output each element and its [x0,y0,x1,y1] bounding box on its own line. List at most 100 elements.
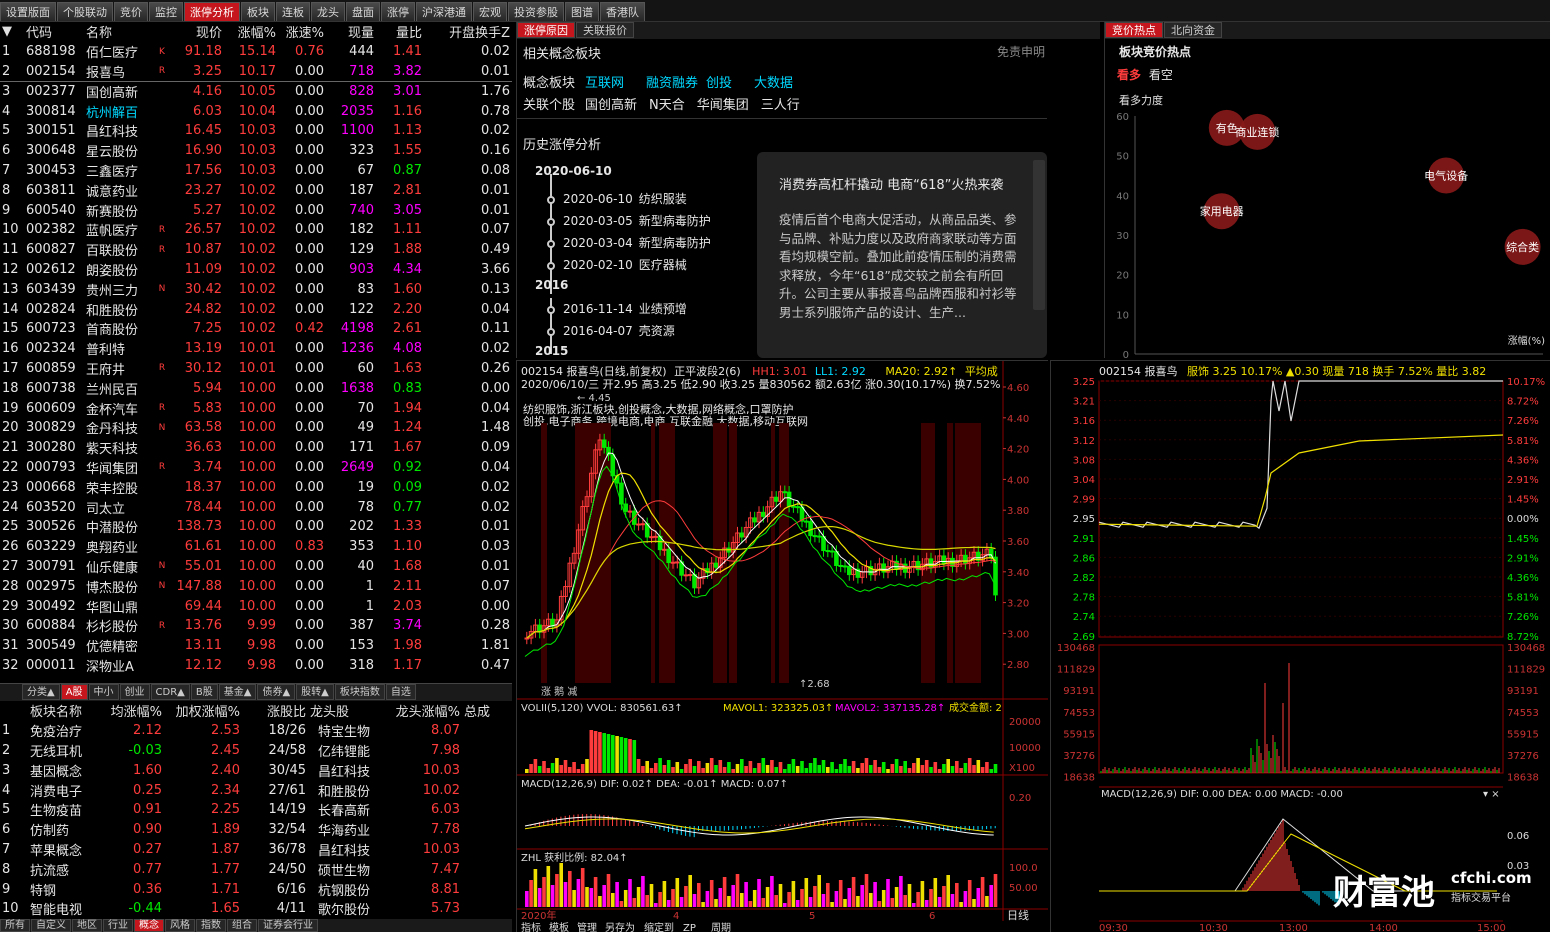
concept-link[interactable]: 融资融券 [646,76,698,91]
stock-row[interactable]: 7 300453 三鑫医疗 17.56 10.03 0.00 67 0.87 0.08 [0,161,512,181]
stock-row[interactable]: 5 300151 昌红科技 16.45 10.03 0.00 1100 1.13 0.02 [0,121,512,141]
col-volume[interactable]: 现量 [326,22,376,42]
top-tab-11[interactable]: 宏观 [473,2,507,21]
stock-row[interactable]: 21 300280 紫天科技 36.63 10.00 0.00 171 1.67 0.09 [0,438,512,458]
sector-row[interactable]: 5 生物疫苗 0.91 2.25 14/19 长春高新 6.03 [0,800,512,820]
col-rise-ratio[interactable]: 涨股比 [242,701,308,721]
top-tab-4[interactable]: 涨停分析 [184,2,240,21]
stock-row[interactable]: 13 603439 贵州三力 N 30.42 10.02 0.00 83 1.60 0.13 [0,279,512,299]
market-tab-5[interactable]: B股 [190,684,218,700]
related-stock-link[interactable]: 华闻集团 [697,98,749,113]
stock-row[interactable]: 3 002377 国创高新 4.16 10.05 0.00 828 3.01 1.76 [0,81,512,101]
market-tab-9[interactable]: 板块指数 [334,684,385,700]
market-tab-6[interactable]: 基金▲ [218,684,257,700]
stock-row[interactable]: 4 300814 杭州解百 6.03 10.04 0.00 2035 1.16 0.78 [0,101,512,121]
top-tab-14[interactable]: 香港队 [600,2,645,21]
top-tab-13[interactable]: 图谱 [565,2,599,21]
market-tab-0[interactable]: 分类▲ [22,684,60,700]
col-total[interactable]: 总成 [462,701,512,721]
stock-row[interactable]: 18 600738 兰州民百 5.94 10.00 0.00 1638 0.83 0.00 [0,378,512,398]
stock-row[interactable]: 29 300492 华图山鼎 69.44 10.00 0.00 1 2.03 0.00 [0,596,512,616]
col-sector-name[interactable]: 板块名称 [28,701,108,721]
col-weighted-change[interactable]: 加权涨幅% [164,701,242,721]
concept-link[interactable]: 互联网 [585,76,624,91]
stock-row[interactable]: 6 300648 星云股份 16.90 10.03 0.00 323 1.55 0.16 [0,141,512,161]
market-tab-4[interactable]: CDR▲ [150,684,190,700]
stock-row[interactable]: 32 000011 深物业A 12.12 9.98 0.00 318 1.17 0.47 [0,656,512,676]
top-tab-5[interactable]: 板块 [241,2,275,21]
related-stock-link[interactable]: 三人行 [761,98,800,113]
news-scrollbar[interactable] [1033,160,1045,310]
tab-related-quotes[interactable]: 关联报价 [576,22,634,38]
category-tab-1[interactable]: 自定义 [31,919,71,932]
timeline-entry[interactable]: 2016-11-14 业绩预增 [531,300,687,317]
category-tab-5[interactable]: 风格 [165,919,195,932]
timeline-entry[interactable]: 2020-03-04 新型病毒防护 [531,234,711,251]
stock-row[interactable]: 9 600540 新赛股份 5.27 10.02 0.00 740 3.05 0.01 [0,200,512,220]
col-leader[interactable]: 龙头股 [308,701,380,721]
timeline-entry[interactable]: 2020-02-10 医疗器械 [531,256,687,273]
stock-row[interactable]: 16 002324 普利特 13.19 10.01 0.00 1236 4.08 0.02 [0,339,512,359]
sector-bubble[interactable]: 综合类 [1504,228,1541,265]
market-tab-2[interactable]: 中小 [88,684,119,700]
tab-auction-hot[interactable]: 竞价热点 [1105,22,1163,38]
category-tab-3[interactable]: 行业 [103,919,133,932]
sector-row[interactable]: 2 无线耳机 -0.03 2.45 24/58 亿纬锂能 7.98 [0,741,512,761]
related-stock-link[interactable]: N天合 [649,98,685,113]
top-tab-12[interactable]: 投资参股 [508,2,564,21]
stock-row[interactable]: 17 600859 王府井 R 30.12 10.01 0.00 60 1.63 0.26 [0,359,512,379]
timeline-entry[interactable]: 2020-03-05 新型病毒防护 [531,212,711,229]
tab-bearish[interactable]: 看空 [1149,68,1173,82]
sector-row[interactable]: 8 抗流感 0.77 1.77 24/50 硕世生物 7.47 [0,859,512,879]
top-tab-7[interactable]: 龙头 [311,2,345,21]
timeline-entry[interactable]: 2020-06-10 纺织服装 [531,190,687,207]
stock-row[interactable]: 27 300791 仙乐健康 N 55.01 10.00 0.00 40 1.68 0.01 [0,557,512,577]
market-tab-7[interactable]: 债券▲ [257,684,296,700]
top-tab-8[interactable]: 盘面 [346,2,380,21]
market-tab-8[interactable]: 股转▲ [296,684,334,700]
sector-row[interactable]: 6 仿制药 0.90 1.89 32/54 华海药业 7.78 [0,820,512,840]
top-tab-0[interactable]: 设置版面 [0,2,56,21]
concept-link[interactable]: 创投 [706,76,732,91]
col-ratio[interactable]: 量比 [376,22,424,42]
stock-row[interactable]: 11 600827 百联股份 R 10.87 10.02 0.00 129 1.88 0.49 [0,240,512,260]
category-tab-2[interactable]: 地区 [72,919,102,932]
stock-row[interactable]: 19 600609 金杯汽车 R 5.83 10.00 0.00 70 1.94 0.04 [0,398,512,418]
col-price[interactable]: 现价 [170,22,224,42]
stock-row[interactable]: 12 002612 朗姿股份 11.09 10.02 0.00 903 4.34 3.66 [0,260,512,280]
sector-row[interactable]: 1 免疫治疗 2.12 2.53 18/26 特宝生物 8.07 [0,721,512,741]
stock-row[interactable]: 10 002382 蓝帆医疗 R 26.57 10.02 0.00 182 1.11 0.07 [0,220,512,240]
category-tab-0[interactable]: 所有 [0,919,30,932]
category-tab-4[interactable]: 概念 [134,919,164,932]
concept-link[interactable]: 大数据 [754,76,793,91]
top-tab-2[interactable]: 竞价 [114,2,148,21]
stock-row[interactable]: 22 000793 华闻集团 R 3.74 10.00 0.00 2649 0.92 0.04 [0,458,512,478]
related-stock-link[interactable]: 国创高新 [585,98,637,113]
sort-arrow-icon[interactable]: ▼ [0,22,24,42]
top-tab-9[interactable]: 涨停 [381,2,415,21]
stock-row[interactable]: 24 603520 司太立 78.44 10.00 0.00 78 0.77 0.02 [0,497,512,517]
category-tab-8[interactable]: 证券会行业 [258,919,318,932]
top-tab-10[interactable]: 沪深港通 [416,2,472,21]
stock-row[interactable]: 26 603229 奥翔药业 61.61 10.00 0.83 353 1.10 0.03 [0,537,512,557]
col-leader-change[interactable]: 龙头涨幅% [380,701,462,721]
category-tab-6[interactable]: 指数 [196,919,226,932]
market-tab-3[interactable]: 创业 [119,684,150,700]
tab-north-fund[interactable]: 北向资金 [1164,22,1222,38]
sector-row[interactable]: 3 基因概念 1.60 2.40 30/45 昌红科技 10.03 [0,760,512,780]
timeline-entry[interactable]: 2016-04-07 壳资源 [531,322,675,339]
stock-row[interactable]: 15 600723 首商股份 7.25 10.02 0.42 4198 2.61 0.11 [0,319,512,339]
market-tab-10[interactable]: 自选 [385,684,416,700]
stock-row[interactable]: 1 688198 佰仁医疗 K 91.18 15.14 0.76 444 1.41 0.02 [0,42,512,62]
stock-row[interactable]: 30 600884 杉杉股份 R 13.76 9.99 0.00 387 3.74 0.28 [0,616,512,636]
sector-row[interactable]: 10 智能电视 -0.44 1.65 4/11 歌尔股份 5.73 [0,899,512,919]
sector-bubble[interactable]: 家用电器 [1200,193,1244,230]
col-speed[interactable]: 涨速% [278,22,326,42]
stock-row[interactable]: 25 300526 中潜股份 138.73 10.00 0.00 202 1.33 0.01 [0,517,512,537]
stock-row[interactable]: 23 000668 荣丰控股 18.37 10.00 0.00 19 0.09 0.02 [0,477,512,497]
stock-row[interactable]: 20 300829 金丹科技 N 63.58 10.00 0.00 49 1.24 1.48 [0,418,512,438]
sector-row[interactable]: 4 消费电子 0.25 2.34 27/61 和胜股份 10.02 [0,780,512,800]
stock-row[interactable]: 28 002975 博杰股份 N 147.88 10.00 0.00 1 2.11 0.07 [0,576,512,596]
stock-row[interactable]: 2 002154 报喜鸟 R 3.25 10.17 0.00 718 3.82 0.01 [0,62,512,82]
tab-limit-reason[interactable]: 涨停原因 [517,22,575,38]
